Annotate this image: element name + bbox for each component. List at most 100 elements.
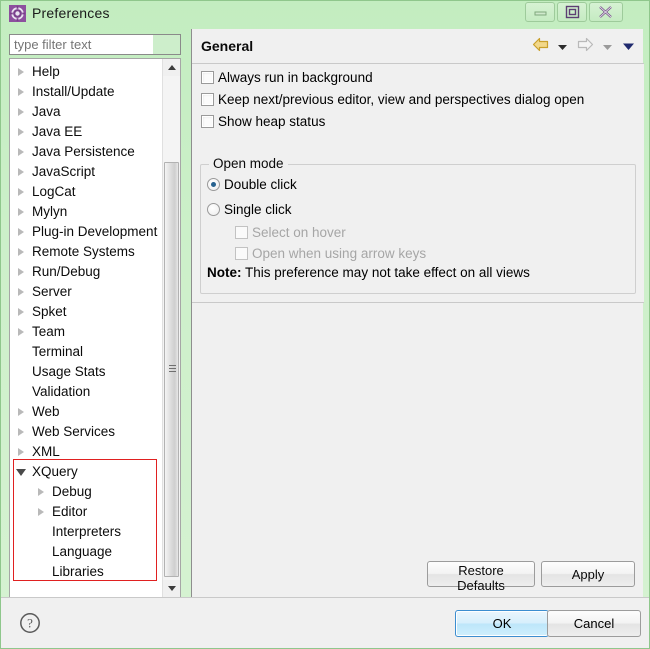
tree-item-terminal[interactable]: Terminal — [10, 342, 164, 362]
tree-item-label: Team — [32, 324, 66, 339]
tree-item-xquery[interactable]: XQuery — [10, 462, 164, 482]
checkbox-label: Always run in background — [218, 70, 373, 85]
tree-item-libraries[interactable]: Libraries — [10, 562, 164, 582]
tree-item-debug[interactable]: Debug — [10, 482, 164, 502]
apply-button[interactable]: Apply — [541, 561, 635, 587]
tree-item-logcat[interactable]: LogCat — [10, 182, 164, 202]
tree-item-server[interactable]: Server — [10, 282, 164, 302]
collapsed-arrow-icon[interactable] — [18, 188, 24, 196]
expanded-arrow-icon[interactable] — [16, 469, 26, 476]
tree-item-interpreters[interactable]: Interpreters — [10, 522, 164, 542]
preferences-dialog: Preferences type filter text Help Instal… — [0, 0, 650, 649]
tree-item-spket[interactable]: Spket — [10, 302, 164, 322]
preferences-tree[interactable]: Help Install/Update Java Java EE Java Persis… — [9, 58, 181, 598]
tree-item-label: Libraries — [52, 564, 104, 579]
radio-label: Single click — [224, 202, 292, 217]
checkbox-box-icon — [235, 247, 248, 260]
tree-item-mylyn[interactable]: Mylyn — [10, 202, 164, 222]
tree-item-usage-stats[interactable]: Usage Stats — [10, 362, 164, 382]
maximize-icon — [565, 5, 580, 19]
title-bar: Preferences — [1, 1, 649, 27]
tree-item-validation[interactable]: Validation — [10, 382, 164, 402]
radio-label: Double click — [224, 177, 297, 192]
checkbox-box-icon — [201, 115, 214, 128]
tree-item-xml[interactable]: XML — [10, 442, 164, 462]
tree-item-label: Java Persistence — [32, 144, 135, 159]
tree-scrollbar[interactable] — [162, 59, 180, 597]
scroll-down-icon — [168, 586, 176, 591]
filter-text-input[interactable] — [9, 34, 181, 55]
checkbox-label: Open when using arrow keys — [252, 246, 427, 261]
preferences-gear-icon — [9, 5, 26, 22]
collapsed-arrow-icon[interactable] — [18, 208, 24, 216]
collapsed-arrow-icon[interactable] — [18, 68, 24, 76]
tree-item-editor[interactable]: Editor — [10, 502, 164, 522]
tree-item-label: JavaScript — [32, 164, 96, 179]
tree-item-label: Help — [32, 64, 60, 79]
radio-button-icon — [207, 178, 220, 191]
tree-item-remote-systems[interactable]: Remote Systems — [10, 242, 164, 262]
tree-item-label: Web Services — [32, 424, 116, 439]
collapsed-arrow-icon[interactable] — [18, 428, 24, 436]
tree-item-plug-in-development[interactable]: Plug-in Development — [10, 222, 164, 242]
tree-item-team[interactable]: Team — [10, 322, 164, 342]
tree-item-label: Web — [32, 404, 60, 419]
collapsed-arrow-icon[interactable] — [18, 408, 24, 416]
checkbox-box-icon — [235, 226, 248, 239]
tree-item-run-debug[interactable]: Run/Debug — [10, 262, 164, 282]
collapsed-arrow-icon[interactable] — [18, 288, 24, 296]
collapsed-arrow-icon[interactable] — [18, 248, 24, 256]
collapsed-arrow-icon[interactable] — [38, 488, 44, 496]
minimize-button[interactable] — [525, 2, 555, 22]
ok-button[interactable]: OK — [455, 610, 549, 637]
tree-item-label: Spket — [32, 304, 67, 319]
checkbox-label: Show heap status — [218, 114, 326, 129]
collapsed-arrow-icon[interactable] — [18, 108, 24, 116]
note-prefix: Note: — [207, 265, 242, 280]
tree-item-javascript[interactable]: JavaScript — [10, 162, 164, 182]
tree-item-java[interactable]: Java — [10, 102, 164, 122]
scrollbar-thumb[interactable] — [164, 162, 179, 577]
back-arrow-icon[interactable] — [532, 37, 549, 55]
help-icon[interactable]: ? — [19, 612, 41, 634]
maximize-button[interactable] — [557, 2, 587, 22]
collapsed-arrow-icon[interactable] — [18, 268, 24, 276]
checkbox-keep-dialog-open[interactable]: Keep next/previous editor, view and pers… — [201, 90, 584, 110]
collapsed-arrow-icon[interactable] — [18, 448, 24, 456]
scroll-up-button[interactable] — [163, 59, 180, 76]
tree-item-java-ee[interactable]: Java EE — [10, 122, 164, 142]
collapsed-arrow-icon[interactable] — [18, 228, 24, 236]
tree-item-install-update[interactable]: Install/Update — [10, 82, 164, 102]
tree-item-label: Terminal — [32, 344, 84, 359]
radio-single-click[interactable]: Single click — [207, 200, 292, 220]
tree-item-java-persistence[interactable]: Java Persistence — [10, 142, 164, 162]
restore-defaults-button[interactable]: Restore Defaults — [427, 561, 535, 593]
tree-item-language[interactable]: Language — [10, 542, 164, 562]
back-dropdown-icon[interactable] — [557, 39, 568, 54]
collapsed-arrow-icon[interactable] — [18, 328, 24, 336]
tree-item-label: Interpreters — [52, 524, 122, 539]
view-menu-dropdown-icon[interactable] — [622, 39, 635, 54]
tree-item-help[interactable]: Help — [10, 62, 164, 82]
collapsed-arrow-icon[interactable] — [18, 128, 24, 136]
tree-item-label: Remote Systems — [32, 244, 135, 259]
checkbox-always-run-in-background[interactable]: Always run in background — [201, 68, 373, 88]
collapsed-arrow-icon[interactable] — [38, 508, 44, 516]
tree-item-web-services[interactable]: Web Services — [10, 422, 164, 442]
tree-item-web[interactable]: Web — [10, 402, 164, 422]
collapsed-arrow-icon[interactable] — [18, 88, 24, 96]
collapsed-arrow-icon[interactable] — [18, 308, 24, 316]
tree-item-label: Install/Update — [32, 84, 115, 99]
tree-item-label: Run/Debug — [32, 264, 101, 279]
collapsed-arrow-icon[interactable] — [18, 148, 24, 156]
close-button[interactable] — [589, 2, 623, 22]
tree-item-label: XML — [32, 444, 60, 459]
checkbox-open-with-arrow-keys: Open when using arrow keys — [235, 244, 426, 264]
checkbox-show-heap-status[interactable]: Show heap status — [201, 112, 325, 132]
tree-item-label: Plug-in Development — [32, 224, 158, 239]
scroll-up-icon — [168, 65, 176, 70]
radio-double-click[interactable]: Double click — [207, 175, 297, 195]
collapsed-arrow-icon[interactable] — [18, 168, 24, 176]
cancel-button[interactable]: Cancel — [547, 610, 641, 637]
scroll-down-button[interactable] — [163, 580, 180, 597]
